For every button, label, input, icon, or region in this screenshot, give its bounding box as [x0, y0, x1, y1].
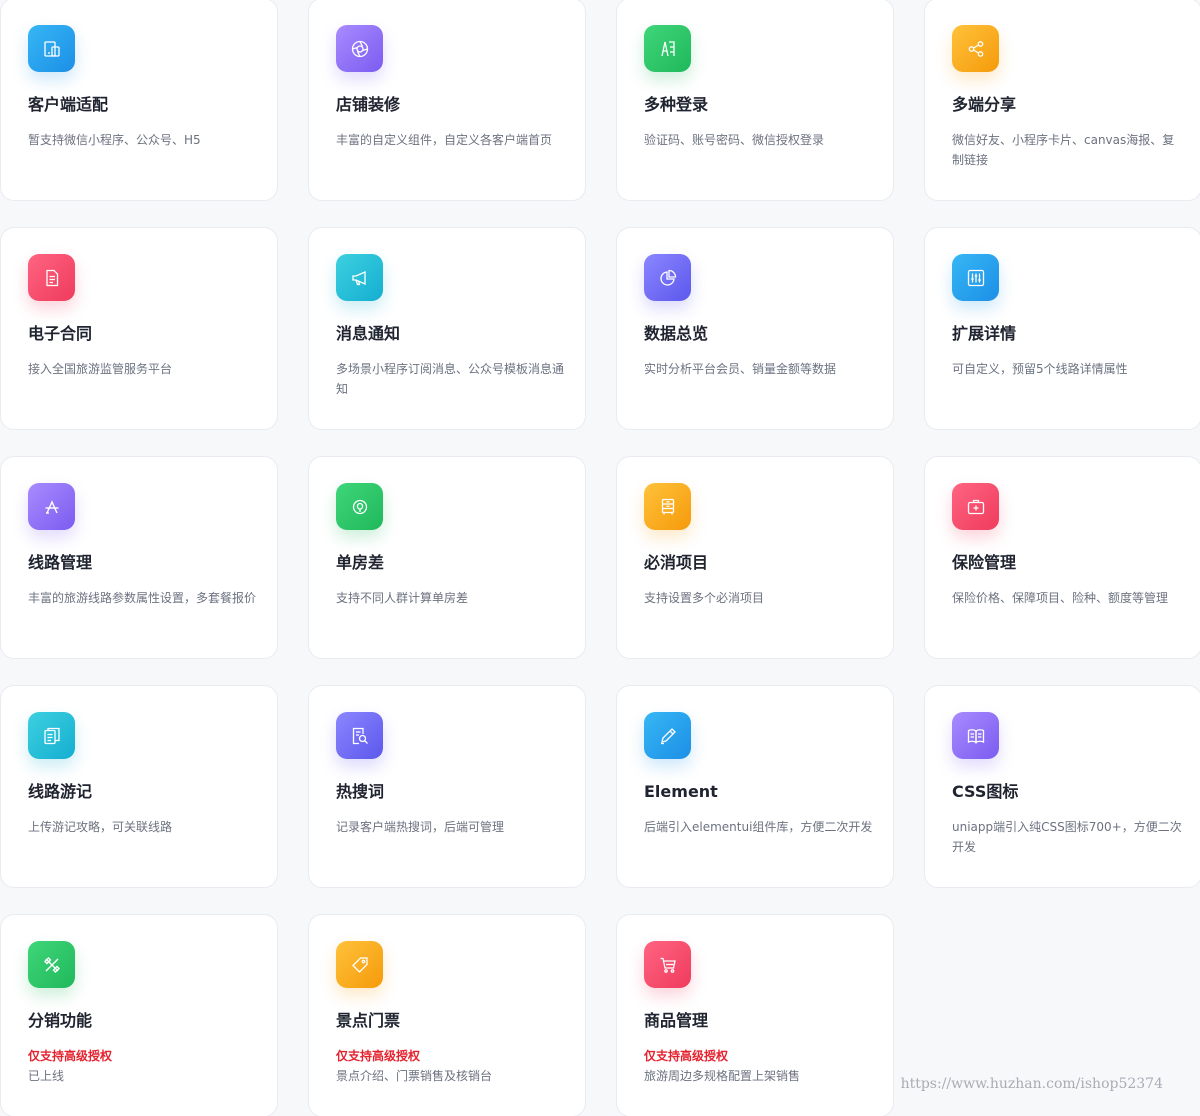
search-doc-icon [336, 712, 383, 759]
feature-desc: 旅游周边多规格配置上架销售 [644, 1069, 801, 1083]
cart-icon [644, 941, 691, 988]
feature-card-shop-decoration: 店铺装修 丰富的自定义组件，自定义各客户端首页 [308, 0, 586, 201]
medical-kit-icon [952, 483, 999, 530]
device-icon [28, 25, 75, 72]
feature-title: 单房差 [336, 553, 385, 572]
feature-desc: 保险价格、保障项目、险种、额度等管理 [952, 591, 1169, 605]
feature-title: 热搜词 [336, 782, 385, 801]
feature-desc: 实时分析平台会员、销量金额等数据 [644, 362, 837, 376]
feature-title: 分销功能 [28, 1011, 93, 1030]
feature-card-route-management: 线路管理 丰富的旅游线路参数属性设置，多套餐报价 [0, 456, 278, 659]
feature-desc: 丰富的旅游线路参数属性设置，多套餐报价 [28, 591, 257, 605]
login-icon [644, 25, 691, 72]
feature-card-data-overview: 数据总览 实时分析平台会员、销量金额等数据 [616, 227, 894, 430]
feature-desc: 已上线 [28, 1069, 65, 1083]
feature-title: 线路管理 [28, 553, 93, 572]
feature-title: 景点门票 [336, 1011, 401, 1030]
feature-title: 多种登录 [644, 95, 709, 114]
feature-card-extended-details: 扩展详情 可自定义，预留5个线路详情属性 [924, 227, 1200, 430]
feature-title: 扩展详情 [952, 324, 1017, 343]
book-icon [952, 712, 999, 759]
feature-title: 电子合同 [28, 324, 93, 343]
feature-desc: 后端引入elementui组件库，方便二次开发 [644, 820, 873, 834]
route-icon [28, 483, 75, 530]
feature-desc: 支持设置多个必消项目 [644, 591, 765, 605]
document-icon [28, 254, 75, 301]
feature-card-element: Element 后端引入elementui组件库，方便二次开发 [616, 685, 894, 888]
feature-grid: 客户端适配 暂支持微信小程序、公众号、H5 店铺装修 丰富的自定义组件，自定义各… [0, 0, 1200, 1116]
license-badge: 仅支持高级授权 [336, 1049, 421, 1063]
feature-card-e-contract: 电子合同 接入全国旅游监管服务平台 [0, 227, 278, 430]
feature-desc: 多场景小程序订阅消息、公众号模板消息通知 [336, 362, 565, 396]
feature-card-css-icons: CSS图标 uniapp端引入纯CSS图标700+，方便二次开发 [924, 685, 1200, 888]
feature-desc: 景点介绍、门票销售及核销台 [336, 1069, 493, 1083]
pie-chart-icon [644, 254, 691, 301]
feature-card-products: 商品管理 仅支持高级授权 旅游周边多规格配置上架销售 [616, 914, 894, 1116]
feature-title: 商品管理 [644, 1011, 709, 1030]
share-icon [952, 25, 999, 72]
room-icon [336, 483, 383, 530]
feature-title: 客户端适配 [28, 95, 109, 114]
feature-card-travel-notes: 线路游记 上传游记攻略，可关联线路 [0, 685, 278, 888]
feature-title: 店铺装修 [336, 95, 401, 114]
feature-desc: 上传游记攻略，可关联线路 [28, 820, 173, 834]
feature-title: 消息通知 [336, 324, 401, 343]
feature-card-mandatory-items: 必消项目 支持设置多个必消项目 [616, 456, 894, 659]
notes-icon [28, 712, 75, 759]
tools-icon [28, 941, 75, 988]
feature-card-tickets: 景点门票 仅支持高级授权 景点介绍、门票销售及核销台 [308, 914, 586, 1116]
feature-desc: 可自定义，预留5个线路详情属性 [952, 362, 1128, 376]
feature-desc: 记录客户端热搜词，后端可管理 [336, 820, 505, 834]
feature-title: CSS图标 [952, 782, 1019, 801]
feature-title: 保险管理 [952, 553, 1017, 572]
watermark-text: https://www.huzhan.com/ishop52374 [900, 1076, 1163, 1092]
license-badge: 仅支持高级授权 [28, 1049, 113, 1063]
feature-card-message-notify: 消息通知 多场景小程序订阅消息、公众号模板消息通知 [308, 227, 586, 430]
feature-title: Element [644, 782, 718, 801]
feature-card-distribution: 分销功能 仅支持高级授权 已上线 [0, 914, 278, 1116]
feature-title: 数据总览 [644, 324, 709, 343]
tag-icon [336, 941, 383, 988]
feature-desc: 暂支持微信小程序、公众号、H5 [28, 133, 201, 147]
feature-title: 线路游记 [28, 782, 93, 801]
feature-card-multi-share: 多端分享 微信好友、小程序卡片、canvas海报、复制链接 [924, 0, 1200, 201]
feature-title: 多端分享 [952, 95, 1017, 114]
feature-desc: 接入全国旅游监管服务平台 [28, 362, 173, 376]
feature-card-hot-search: 热搜词 记录客户端热搜词，后端可管理 [308, 685, 586, 888]
feature-desc: 丰富的自定义组件，自定义各客户端首页 [336, 133, 553, 147]
feature-desc: 验证码、账号密码、微信授权登录 [644, 133, 825, 147]
megaphone-icon [336, 254, 383, 301]
feature-desc: uniapp端引入纯CSS图标700+，方便二次开发 [952, 820, 1182, 854]
feature-card-insurance: 保险管理 保险价格、保障项目、险种、额度等管理 [924, 456, 1200, 659]
feature-title: 必消项目 [644, 553, 709, 572]
feature-card-multi-login: 多种登录 验证码、账号密码、微信授权登录 [616, 0, 894, 201]
license-badge: 仅支持高级授权 [644, 1049, 729, 1063]
sliders-icon [952, 254, 999, 301]
feature-desc: 支持不同人群计算单房差 [336, 591, 469, 605]
pen-icon [644, 712, 691, 759]
feature-card-single-room: 单房差 支持不同人群计算单房差 [308, 456, 586, 659]
cabinet-icon [644, 483, 691, 530]
aperture-icon [336, 25, 383, 72]
feature-desc: 微信好友、小程序卡片、canvas海报、复制链接 [952, 133, 1175, 167]
feature-card-client-adapt: 客户端适配 暂支持微信小程序、公众号、H5 [0, 0, 278, 201]
